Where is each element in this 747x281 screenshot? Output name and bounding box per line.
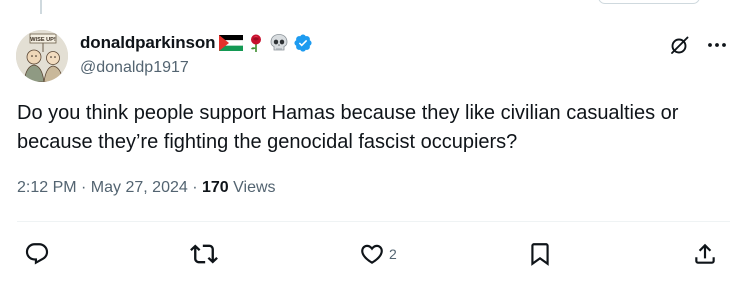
divider — [17, 221, 730, 222]
retweet-icon — [190, 244, 218, 264]
meta-separator: · — [187, 179, 202, 196]
avatar-sign-text: WISE UP! — [30, 37, 56, 43]
heart-icon — [361, 244, 383, 264]
thread-line — [40, 0, 42, 14]
share-icon — [695, 243, 715, 264]
retweet-button[interactable] — [190, 238, 222, 270]
palestine-flag-icon — [219, 33, 244, 53]
skull-icon — [269, 33, 289, 53]
share-button[interactable] — [692, 238, 722, 270]
author-name-row[interactable]: donaldparkinson — [80, 32, 313, 54]
views-label: Views — [233, 179, 276, 196]
bookmark-button[interactable] — [527, 238, 557, 270]
rose-icon — [247, 33, 265, 53]
tweet-meta: 2:12 PM · May 27, 2024 · 170 Views — [17, 179, 276, 197]
author-display-name[interactable]: donaldparkinson — [80, 33, 216, 53]
previous-element-edge — [598, 0, 700, 4]
more-options-icon[interactable] — [705, 34, 729, 56]
avatar-image: WISE UP! — [16, 30, 68, 82]
verified-badge-icon[interactable] — [293, 33, 313, 53]
tweet-text: Do you think people support Hamas becaus… — [17, 102, 679, 153]
reply-button[interactable] — [24, 238, 54, 270]
tweet-header: donaldparkinson @donaldp1917 — [80, 30, 731, 82]
grok-icon[interactable] — [669, 34, 691, 56]
author-handle[interactable]: @donaldp1917 — [80, 59, 189, 77]
bookmark-icon — [531, 243, 549, 266]
like-count: 2 — [389, 246, 397, 262]
like-button[interactable]: 2 — [359, 238, 397, 270]
views-count: 170 — [201, 179, 229, 196]
reply-icon — [25, 243, 49, 265]
tweet-card: WISE UP! donaldparkinson @donaldp1917 Do… — [0, 0, 747, 281]
action-bar: 2 — [0, 238, 747, 270]
tweet-timestamp[interactable]: 2:12 PM · May 27, 2024 — [17, 179, 188, 196]
avatar[interactable]: WISE UP! — [16, 30, 68, 82]
